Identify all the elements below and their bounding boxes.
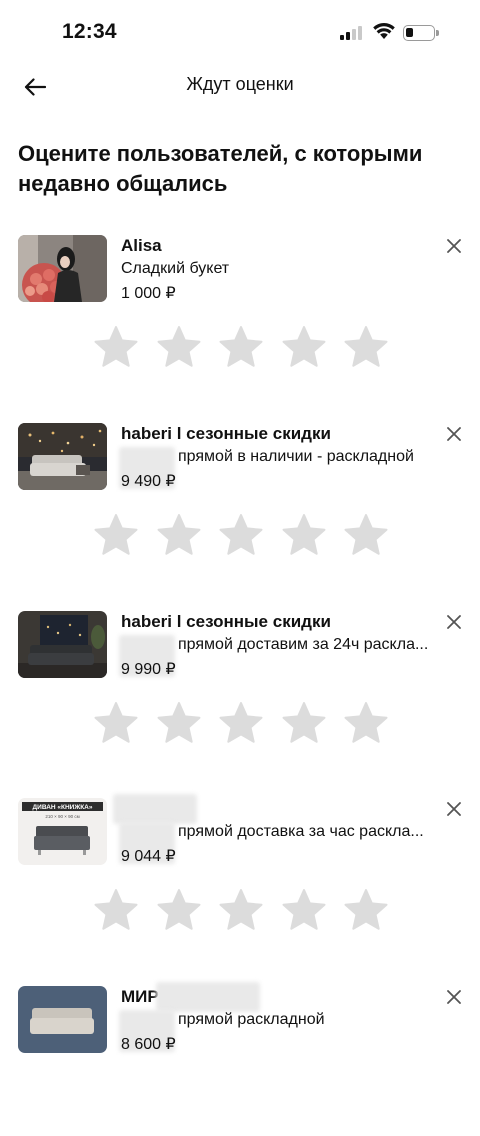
wifi-icon: [373, 23, 395, 39]
dismiss-button[interactable]: [443, 986, 465, 1008]
item-price: 8 600 ₽: [121, 1036, 176, 1053]
battery-cap: [436, 30, 439, 36]
star-icon-3[interactable]: [219, 325, 263, 369]
close-icon: [447, 427, 461, 441]
item-price: 9 490 ₽: [121, 473, 176, 490]
star-icon-1[interactable]: [94, 513, 138, 557]
review-card: haberi l сезонные скидки прямой в наличи…: [0, 423, 480, 573]
star-icon-2[interactable]: [157, 325, 201, 369]
star-icon-5[interactable]: [344, 701, 388, 745]
close-icon: [447, 990, 461, 1004]
item-thumbnail[interactable]: ДИВАН «КНИЖКА» 210 × 90 × 90 см: [18, 798, 107, 865]
close-icon: [447, 239, 461, 253]
star-icon-2[interactable]: [157, 701, 201, 745]
item-thumbnail[interactable]: [18, 986, 107, 1053]
star-icon-4[interactable]: [282, 701, 326, 745]
review-card: МИР прямой раскладной 8 600 ₽: [0, 982, 480, 1136]
page-title: Ждут оценки: [186, 74, 294, 94]
item-title[interactable]: прямой раскладной: [178, 1011, 440, 1029]
item-price: 9 044 ₽: [121, 848, 176, 865]
redacted-seller-name: [156, 982, 260, 1012]
star-icon-5[interactable]: [344, 325, 388, 369]
rating-stars: [94, 701, 407, 747]
star-icon-4[interactable]: [282, 325, 326, 369]
redacted-seller-name: [113, 794, 197, 824]
status-bar: 12:34: [0, 0, 480, 64]
battery-icon: [403, 25, 435, 41]
star-icon-3[interactable]: [219, 888, 263, 932]
star-icon-3[interactable]: [219, 513, 263, 557]
rating-stars: [94, 513, 407, 559]
seller-name[interactable]: haberi l сезонные скидки: [121, 612, 431, 632]
dismiss-button[interactable]: [443, 235, 465, 257]
star-icon-5[interactable]: [344, 513, 388, 557]
star-icon-4[interactable]: [282, 513, 326, 557]
nav-bar: Ждут оценки: [0, 64, 480, 108]
star-icon-2[interactable]: [157, 513, 201, 557]
close-icon: [447, 802, 461, 816]
close-icon: [447, 615, 461, 629]
section-heading: Оцените пользователей, с которыми недавн…: [18, 141, 423, 196]
item-thumbnail[interactable]: [18, 611, 107, 678]
star-icon-5[interactable]: [344, 888, 388, 932]
dismiss-button[interactable]: [443, 798, 465, 820]
thumb-caption: ДИВАН «КНИЖКА»: [33, 804, 93, 811]
thumb-subcaption: 210 × 90 × 90 см: [45, 814, 79, 819]
status-time: 12:34: [62, 20, 117, 43]
seller-name[interactable]: Alisa: [121, 236, 431, 256]
cellular-signal-icon: [340, 26, 366, 40]
rating-stars: [94, 325, 407, 371]
item-thumbnail[interactable]: [18, 423, 107, 490]
item-thumbnail[interactable]: [18, 235, 107, 302]
item-title[interactable]: прямой доставка за час раскла...: [178, 823, 440, 841]
star-icon-2[interactable]: [157, 888, 201, 932]
item-title[interactable]: прямой доставим за 24ч раскла...: [178, 636, 440, 654]
seller-name[interactable]: haberi l сезонные скидки: [121, 424, 431, 444]
item-title[interactable]: прямой в наличии - раскладной: [178, 448, 440, 466]
star-icon-1[interactable]: [94, 325, 138, 369]
review-card: ДИВАН «КНИЖКА» 210 × 90 × 90 см прямой д…: [0, 794, 480, 948]
item-title[interactable]: Сладкий букет: [121, 260, 443, 278]
review-card: Alisa Сладкий букет 1 000 ₽: [0, 235, 480, 385]
item-price: 9 990 ₽: [121, 661, 176, 678]
review-card: haberi l сезонные скидки прямой доставим…: [0, 611, 480, 761]
item-price: 1 000 ₽: [121, 285, 176, 302]
dismiss-button[interactable]: [443, 423, 465, 445]
star-icon-3[interactable]: [219, 701, 263, 745]
rating-stars: [94, 888, 407, 934]
star-icon-1[interactable]: [94, 701, 138, 745]
star-icon-4[interactable]: [282, 888, 326, 932]
star-icon-1[interactable]: [94, 888, 138, 932]
dismiss-button[interactable]: [443, 611, 465, 633]
